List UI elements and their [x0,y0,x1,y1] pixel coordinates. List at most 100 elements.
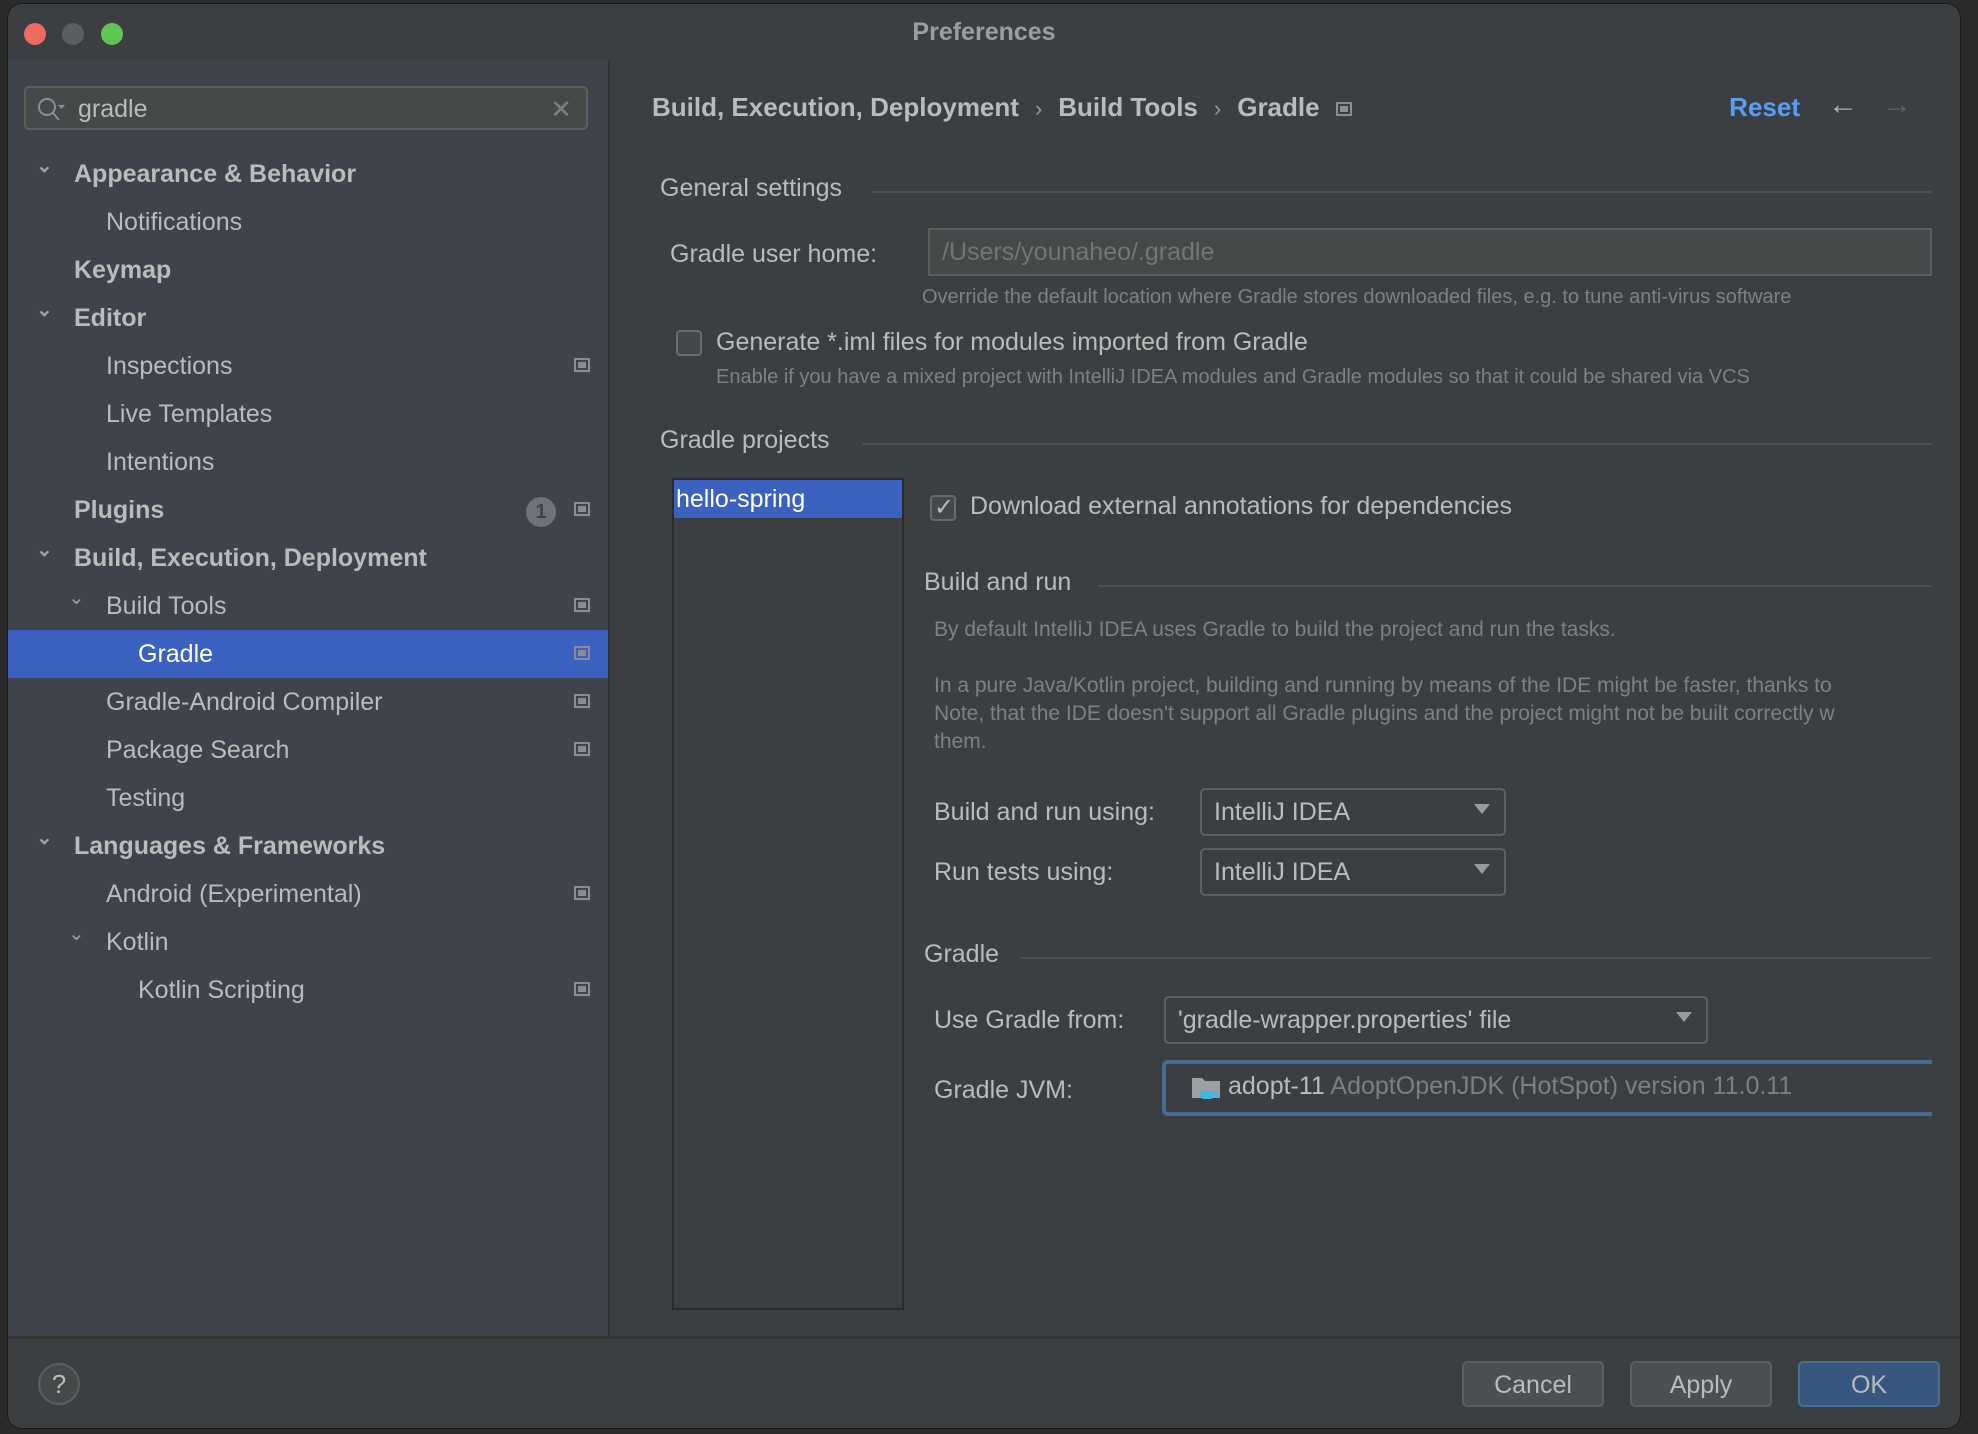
project-level-icon [574,982,590,996]
gradle-jvm-select[interactable]: adopt-11 AdoptOpenJDK (HotSpot) version … [1162,1060,1932,1116]
sidebar-item-label: Gradle [138,640,214,668]
breadcrumb-separator: › [1213,96,1222,121]
build-run-hint-line: Note, that the IDE doesn't support all G… [934,702,1835,725]
breadcrumb-item[interactable]: Build, Execution, Deployment [652,92,1019,122]
sidebar-item[interactable]: Live Templates [8,390,608,438]
sidebar-item[interactable]: ⌄ Build Tools [8,582,608,630]
preferences-dialog: Preferences ✕ ⌄Appearance & BehaviorNoti… [8,4,1960,1428]
project-level-icon [574,502,590,516]
project-level-icon [574,694,590,708]
section-title-build-and-run: Build and run [924,568,1072,596]
section-divider [862,443,1932,445]
chevron-down-icon[interactable]: ⌄ [36,814,56,862]
gradle-settings-panel: Build, Execution, Deployment › Build Tools… [610,60,1960,1336]
gradle-user-home-hint: Override the default location where Grad… [922,286,1792,308]
sidebar-item[interactable]: ⌄ Kotlin [8,918,608,966]
download-annotations-label[interactable]: Download external annotations for depend… [970,492,1512,521]
sidebar-item-label: Intentions [106,448,215,476]
sidebar-item-label: Appearance & Behavior [74,160,357,188]
section-title-general: General settings [660,174,843,202]
chevron-down-icon[interactable]: ⌄ [36,286,56,334]
gradle-jvm-value: adopt-11 AdoptOpenJDK (HotSpot) version … [1228,1064,1792,1108]
sidebar-item[interactable]: Kotlin Scripting [8,966,608,1014]
sidebar-item-label: Inspections [106,352,233,380]
title-bar: Preferences [8,4,1960,60]
chevron-down-icon[interactable]: ⌄ [36,142,56,190]
section-title-gradle: Gradle [924,940,1000,968]
breadcrumb-item[interactable]: Build Tools [1058,92,1198,122]
gradle-user-home-field[interactable] [928,228,1932,276]
sidebar-item[interactable]: Android (Experimental) [8,870,608,918]
sidebar-item[interactable]: Keymap [8,246,608,294]
build-run-using-select[interactable]: IntelliJ IDEA [1200,788,1506,836]
use-gradle-from-value: 'gradle-wrapper.properties' file [1178,1006,1512,1034]
settings-search[interactable]: ✕ [24,86,588,130]
jvm-description: AdoptOpenJDK (HotSpot) version 11.0.11 [1330,1072,1793,1100]
sidebar-item[interactable]: Notifications [8,198,608,246]
reset-link[interactable]: Reset [1729,92,1800,123]
project-level-icon [574,646,590,660]
download-annotations-checkbox[interactable]: ✓ [930,494,956,521]
sidebar-item[interactable]: ⌄ Languages & Frameworks [8,822,608,870]
run-tests-using-select[interactable]: IntelliJ IDEA [1200,848,1506,896]
clear-search-icon[interactable]: ✕ [550,94,572,124]
forward-arrow-icon[interactable]: → [1882,88,1912,122]
breadcrumb-separator: › [1034,96,1043,121]
generate-iml-hint: Enable if you have a mixed project with … [716,366,1750,388]
cancel-button[interactable]: Cancel [1462,1361,1604,1407]
sidebar-item-label: Notifications [106,208,243,236]
sidebar-item[interactable]: ⌄ Appearance & Behavior [8,150,608,198]
dropdown-arrow-icon [1676,1012,1692,1022]
gradle-user-home-input[interactable] [930,230,1930,274]
update-count-badge: 1 [526,497,556,527]
breadcrumb-item: Gradle [1237,92,1320,122]
build-run-hint: By default IntelliJ IDEA uses Gradle to … [934,618,1616,641]
sidebar-item[interactable]: Gradle [8,630,608,678]
section-divider [1020,957,1932,959]
dropdown-arrow-icon [1474,804,1490,814]
gradle-projects-list[interactable]: hello-spring [672,478,904,1310]
chevron-down-icon[interactable]: ⌄ [68,574,88,622]
gradle-user-home-label: Gradle user home: [670,240,878,268]
sidebar-item[interactable]: Package Search [8,726,608,774]
chevron-down-icon[interactable]: ⌄ [68,910,88,958]
dropdown-arrow-icon [1474,864,1490,874]
run-tests-using-value: IntelliJ IDEA [1214,858,1351,886]
section-title-gradle-projects: Gradle projects [660,426,830,454]
breadcrumb: Build, Execution, Deployment › Build Tools… [652,92,1352,123]
settings-tree: ⌄ Appearance & Behavior Notifications Keyma… [8,150,608,1014]
jdk-folder-icon [1192,1078,1220,1099]
sidebar-item-label: Gradle-Android Compiler [106,688,383,716]
search-input[interactable] [78,92,518,126]
chevron-down-icon[interactable]: ⌄ [36,526,56,574]
generate-iml-checkbox[interactable] [676,330,702,356]
sidebar-item-label: Languages & Frameworks [74,832,386,860]
sidebar-item[interactable]: ⌄ Build, Execution, Deployment [8,534,608,582]
use-gradle-from-label: Use Gradle from: [934,1006,1125,1034]
project-level-icon [574,742,590,756]
sidebar-item[interactable]: ⌄ Editor [8,294,608,342]
sidebar-item-label: Package Search [106,736,290,764]
sidebar-item[interactable]: Plugins 1 [8,486,608,534]
help-button[interactable]: ? [38,1363,80,1405]
sidebar-item[interactable]: Inspections [8,342,608,390]
sidebar-item[interactable]: Intentions [8,438,608,486]
project-level-icon [1335,102,1352,117]
use-gradle-from-select[interactable]: 'gradle-wrapper.properties' file [1164,996,1708,1044]
sidebar-item-label: Build Tools [106,592,227,620]
sidebar-item-label: Live Templates [106,400,273,428]
project-level-icon [574,886,590,900]
ok-button[interactable]: OK [1798,1361,1940,1407]
sidebar-item[interactable]: Testing [8,774,608,822]
dialog-footer: ? Cancel Apply OK [8,1336,1960,1428]
project-item-hello-spring[interactable]: hello-spring [674,480,902,518]
project-level-icon [574,358,590,372]
build-run-using-value: IntelliJ IDEA [1214,798,1351,826]
apply-button[interactable]: Apply [1630,1361,1772,1407]
build-run-hint-line: them. [934,730,987,753]
sidebar-item-label: Keymap [74,256,172,284]
back-arrow-icon[interactable]: ← [1828,88,1858,122]
generate-iml-label[interactable]: Generate *.iml files for modules importe… [716,328,1308,357]
sidebar-item[interactable]: Gradle-Android Compiler [8,678,608,726]
gradle-jvm-label: Gradle JVM: [934,1076,1073,1104]
